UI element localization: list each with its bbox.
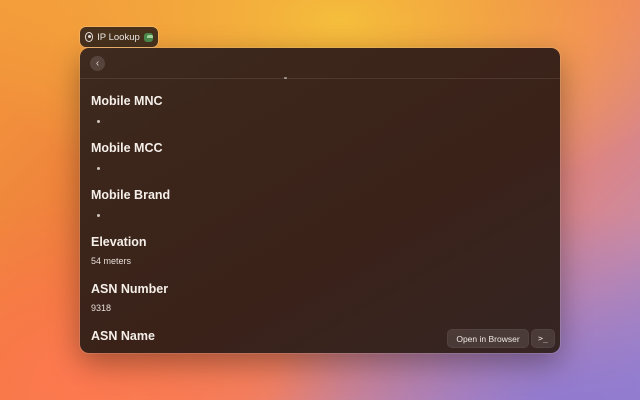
detail-list: Mobile MNC Mobile MCC Mobile Brand Eleva…	[91, 94, 551, 353]
detail-value: 9318	[91, 303, 112, 313]
cloud-icon	[143, 32, 153, 42]
main-window: ‹ Mobile MNC Mobile MCC Mobile Brand Ele…	[80, 48, 560, 353]
topbar: ‹	[80, 48, 560, 79]
extension-title: IP Lookup	[97, 31, 140, 43]
detail-row-mobile-mnc: Mobile MNC	[91, 94, 551, 141]
detail-label: Mobile MCC	[91, 141, 163, 155]
detail-label: Mobile MNC	[91, 94, 163, 108]
empty-value-dot	[97, 214, 100, 217]
detail-label: Mobile Brand	[91, 188, 171, 202]
back-button[interactable]: ‹	[90, 56, 105, 71]
empty-value-dot	[97, 167, 100, 170]
detail-row-mobile-mcc: Mobile MCC	[91, 141, 551, 188]
action-bar: Open in Browser >_	[448, 330, 554, 347]
terminal-icon[interactable]: >_	[532, 330, 554, 347]
empty-value-dot	[97, 120, 100, 123]
detail-row-asn-number: ASN Number 9318	[91, 282, 551, 329]
clock-icon	[85, 32, 94, 42]
detail-label: Elevation	[91, 235, 147, 249]
detail-label: ASN Number	[91, 282, 169, 296]
detail-value: 54 meters	[91, 256, 132, 266]
detail-row-mobile-brand: Mobile Brand	[91, 188, 551, 235]
open-in-browser-button[interactable]: Open in Browser	[448, 330, 528, 347]
detail-label: ASN Name	[91, 329, 155, 343]
loading-indicator	[284, 77, 287, 79]
extension-pill[interactable]: IP Lookup	[80, 27, 158, 47]
chevron-left-icon: ‹	[95, 57, 100, 69]
detail-row-elevation: Elevation 54 meters	[91, 235, 551, 282]
